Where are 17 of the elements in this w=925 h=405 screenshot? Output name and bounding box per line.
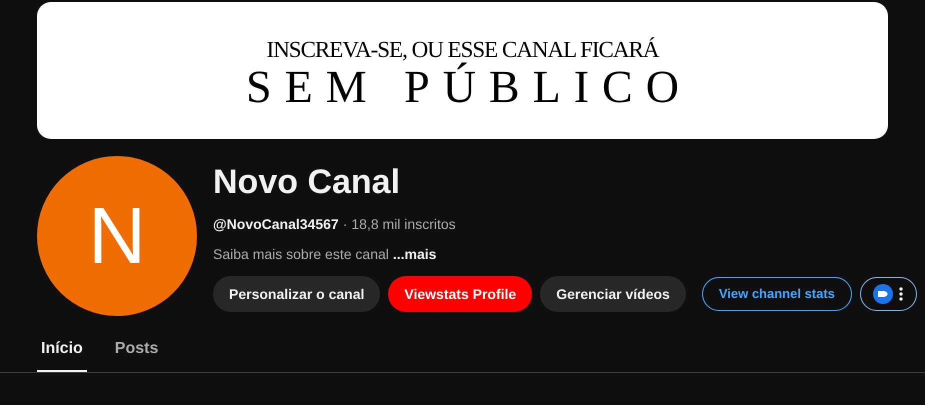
banner-title: SEM PÚBLICO bbox=[245, 62, 692, 110]
channel-description: Saiba mais sobre este canal bbox=[213, 245, 389, 264]
viewstats-button[interactable]: Viewstats Profile bbox=[388, 276, 532, 312]
channel-button[interactable]: Gerenciar vídeos bbox=[540, 276, 686, 312]
channel-handle: @NovoCanal34567 bbox=[213, 215, 339, 234]
subscriber-count: 18,8 mil inscritos bbox=[351, 215, 456, 234]
channel-name: Novo Canal bbox=[213, 162, 402, 202]
channel-button[interactable]: Personalizar o canal bbox=[213, 276, 380, 312]
separator: · bbox=[342, 215, 348, 234]
banner-headline: INSCREVA-SE, OU ESSE CANAL FICARÁ bbox=[266, 36, 658, 62]
channel-tab[interactable]: Início bbox=[37, 328, 87, 372]
more-link[interactable]: ...mais bbox=[392, 244, 436, 264]
channel-avatar: N bbox=[37, 156, 197, 316]
more-icon bbox=[899, 287, 904, 301]
channel-stats-button[interactable]: View channel stats bbox=[702, 277, 852, 311]
extension-button[interactable] bbox=[860, 277, 917, 311]
channel-tab[interactable]: Posts bbox=[110, 328, 162, 372]
